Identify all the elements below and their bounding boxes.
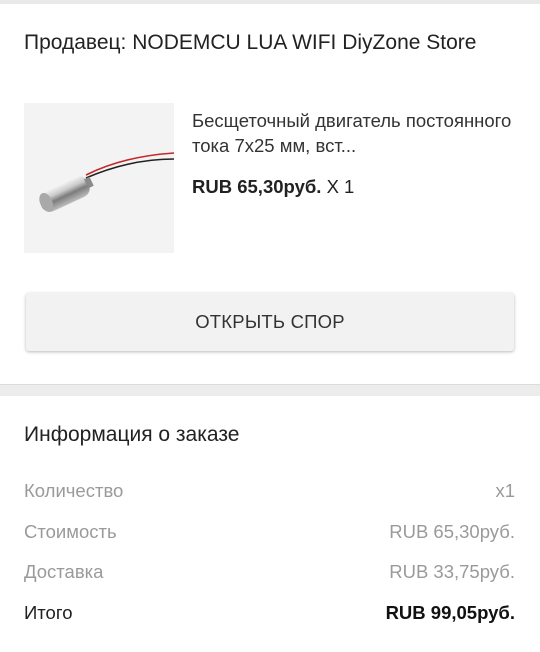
open-dispute-button[interactable]: ОТКРЫТЬ СПОР — [26, 293, 514, 351]
product-image[interactable] — [24, 103, 174, 253]
order-info-list: Количество x1 Стоимость RUB 65,30руб. До… — [0, 471, 540, 633]
row-label: Количество — [24, 480, 124, 502]
row-value: RUB 33,75руб. — [389, 561, 515, 583]
motor-icon — [24, 103, 174, 253]
row-label: Стоимость — [24, 520, 117, 542]
product-price-line: RUB 65,30руб. X 1 — [192, 176, 520, 198]
order-info-row-shipping: Доставка RUB 33,75руб. — [0, 552, 540, 593]
row-label: Итого — [24, 601, 73, 623]
order-info-row-cost: Стоимость RUB 65,30руб. — [0, 512, 540, 553]
seller-name[interactable]: Продавец: NODEMCU LUA WIFI DiyZone Store — [0, 4, 540, 64]
product-item[interactable]: Бесщеточный двигатель постоянного тока 7… — [0, 64, 540, 253]
row-label: Доставка — [24, 561, 104, 583]
product-quantity: X 1 — [326, 176, 355, 197]
product-price: RUB 65,30руб. — [192, 176, 322, 197]
product-name[interactable]: Бесщеточный двигатель постоянного тока 7… — [192, 108, 520, 158]
row-value: RUB 65,30руб. — [389, 520, 515, 542]
order-info-row-total: Итого RUB 99,05руб. — [0, 593, 540, 634]
row-value: x1 — [495, 480, 515, 502]
order-info-title: Информация о заказе — [24, 423, 240, 446]
order-info-row-quantity: Количество x1 — [0, 471, 540, 512]
section-divider — [0, 384, 540, 396]
row-value: RUB 99,05руб. — [385, 601, 515, 623]
